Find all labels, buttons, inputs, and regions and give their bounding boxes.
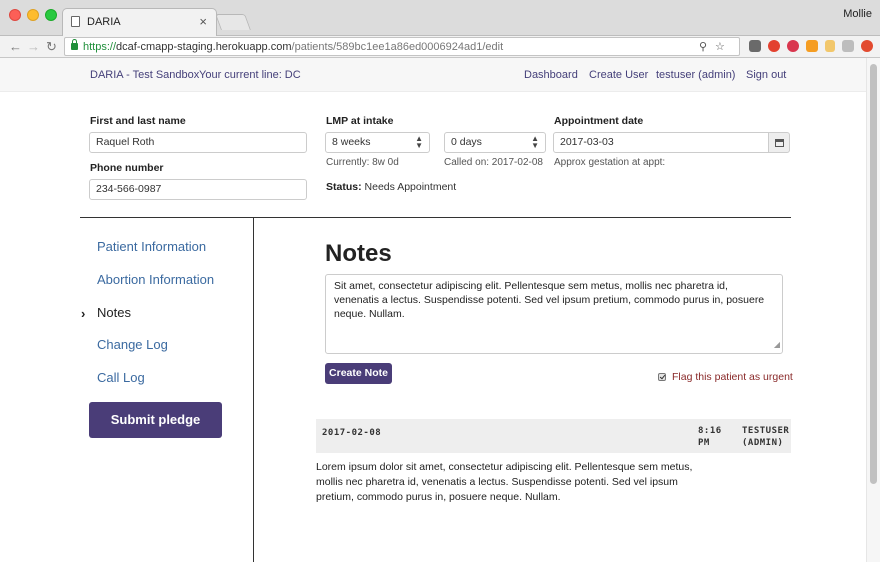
current-user-link[interactable]: testuser (admin) xyxy=(656,69,735,81)
urgent-flag[interactable]: Flag this patient as urgent xyxy=(658,371,793,383)
red-extension-icon[interactable] xyxy=(861,40,873,52)
pinterest-extension-icon[interactable] xyxy=(787,40,799,52)
pocket-extension-icon[interactable] xyxy=(749,40,761,52)
calendar-icon xyxy=(775,139,784,147)
status-text: Status: Needs Appointment xyxy=(326,181,457,193)
sidebar-divider xyxy=(253,218,254,562)
note-author: TESTUSER (ADMIN) xyxy=(742,426,790,448)
sidebar-item-change-log[interactable]: Change Log xyxy=(97,337,168,352)
notes-heading: Notes xyxy=(325,240,392,267)
profile-name[interactable]: Mollie xyxy=(843,8,872,20)
sign-out-link[interactable]: Sign out xyxy=(746,69,786,81)
note-header-row: 2017-02-08 8:16 PM TESTUSER (ADMIN) xyxy=(316,419,791,453)
urgent-checkbox[interactable] xyxy=(658,373,666,381)
sidebar-item-notes[interactable]: Notes xyxy=(97,305,131,320)
maximize-window-icon[interactable] xyxy=(45,9,57,21)
sidebar-item-abortion-information[interactable]: Abortion Information xyxy=(97,272,214,287)
appointment-date-input[interactable]: 2017-03-03 xyxy=(553,132,769,153)
currently-text: Currently: 8w 0d xyxy=(326,157,399,168)
note-date: 2017-02-08 xyxy=(322,428,382,438)
browser-tab-bar: DARIA × Mollie xyxy=(0,0,880,36)
appointment-label: Appointment date xyxy=(554,115,644,127)
tab-title: DARIA xyxy=(87,16,121,28)
section-divider xyxy=(80,217,791,218)
sidebar-item-patient-information[interactable]: Patient Information xyxy=(97,239,206,254)
lmp-weeks-value: 8 weeks xyxy=(332,136,371,148)
app-header: DARIA - Test Sandbox Your current line: … xyxy=(0,58,866,92)
key-extension-icon[interactable] xyxy=(825,40,835,52)
opera-extension-icon[interactable] xyxy=(768,40,780,52)
address-bar[interactable]: https://dcaf-cmapp-staging.herokuapp.com… xyxy=(64,37,740,56)
lmp-days-select[interactable]: 0 days ▲ ▼ xyxy=(444,132,546,153)
phone-label: Phone number xyxy=(90,162,164,174)
submit-pledge-button[interactable]: Submit pledge xyxy=(89,402,222,438)
select-arrows-icon: ▲ ▼ xyxy=(531,134,539,150)
orange-extension-icon[interactable] xyxy=(806,40,818,52)
url-text: https://dcaf-cmapp-staging.herokuapp.com… xyxy=(83,41,504,53)
sidebar-item-call-log[interactable]: Call Log xyxy=(97,370,145,385)
name-label: First and last name xyxy=(90,115,186,127)
back-icon[interactable]: ← xyxy=(9,39,22,54)
approx-gestation-text: Approx gestation at appt: xyxy=(554,157,666,168)
page-icon xyxy=(71,16,80,27)
zoom-icon[interactable]: ⚲ xyxy=(699,40,707,53)
forward-icon[interactable]: → xyxy=(27,39,40,54)
reload-icon[interactable]: ↻ xyxy=(46,39,57,54)
called-on-text: Called on: 2017-02-08 xyxy=(444,157,543,168)
grey-extension-icon[interactable] xyxy=(842,40,854,52)
current-line-link[interactable]: Your current line: DC xyxy=(199,69,301,81)
resize-handle-icon[interactable]: ◢ xyxy=(774,338,780,352)
calendar-button[interactable] xyxy=(768,132,790,153)
minimize-window-icon[interactable] xyxy=(27,9,39,21)
brand-link[interactable]: DARIA - Test Sandbox xyxy=(90,69,199,81)
chevron-right-icon: › xyxy=(81,306,86,321)
lmp-weeks-select[interactable]: 8 weeks ▲ ▼ xyxy=(325,132,430,153)
bookmark-star-icon[interactable]: ☆ xyxy=(715,40,725,53)
lmp-days-value: 0 days xyxy=(451,136,482,148)
tab-close-icon[interactable]: × xyxy=(199,14,207,29)
lock-icon xyxy=(71,39,78,50)
note-textarea[interactable]: Sit amet, consectetur adipiscing elit. P… xyxy=(325,274,783,354)
create-note-button[interactable]: Create Note xyxy=(325,363,392,384)
note-time: 8:16 PM xyxy=(698,426,722,448)
name-input[interactable]: Raquel Roth xyxy=(89,132,307,153)
create-user-link[interactable]: Create User xyxy=(589,69,648,81)
phone-input[interactable]: 234-566-0987 xyxy=(89,179,307,200)
urgent-label: Flag this patient as urgent xyxy=(672,371,793,383)
browser-tab[interactable]: DARIA × xyxy=(62,8,217,36)
new-tab-button[interactable] xyxy=(215,14,251,30)
close-window-icon[interactable] xyxy=(9,9,21,21)
note-draft-text: Sit amet, consectetur adipiscing elit. P… xyxy=(334,280,765,320)
lmp-label: LMP at intake xyxy=(326,115,394,127)
select-arrows-icon: ▲ ▼ xyxy=(415,134,423,150)
dashboard-link[interactable]: Dashboard xyxy=(524,69,578,81)
note-body: Lorem ipsum dolor sit amet, consectetur … xyxy=(316,461,693,503)
page-scrollbar[interactable] xyxy=(866,58,880,562)
scrollbar-thumb[interactable] xyxy=(870,64,877,484)
browser-toolbar: ← → ↻ https://dcaf-cmapp-staging.herokua… xyxy=(0,36,880,58)
